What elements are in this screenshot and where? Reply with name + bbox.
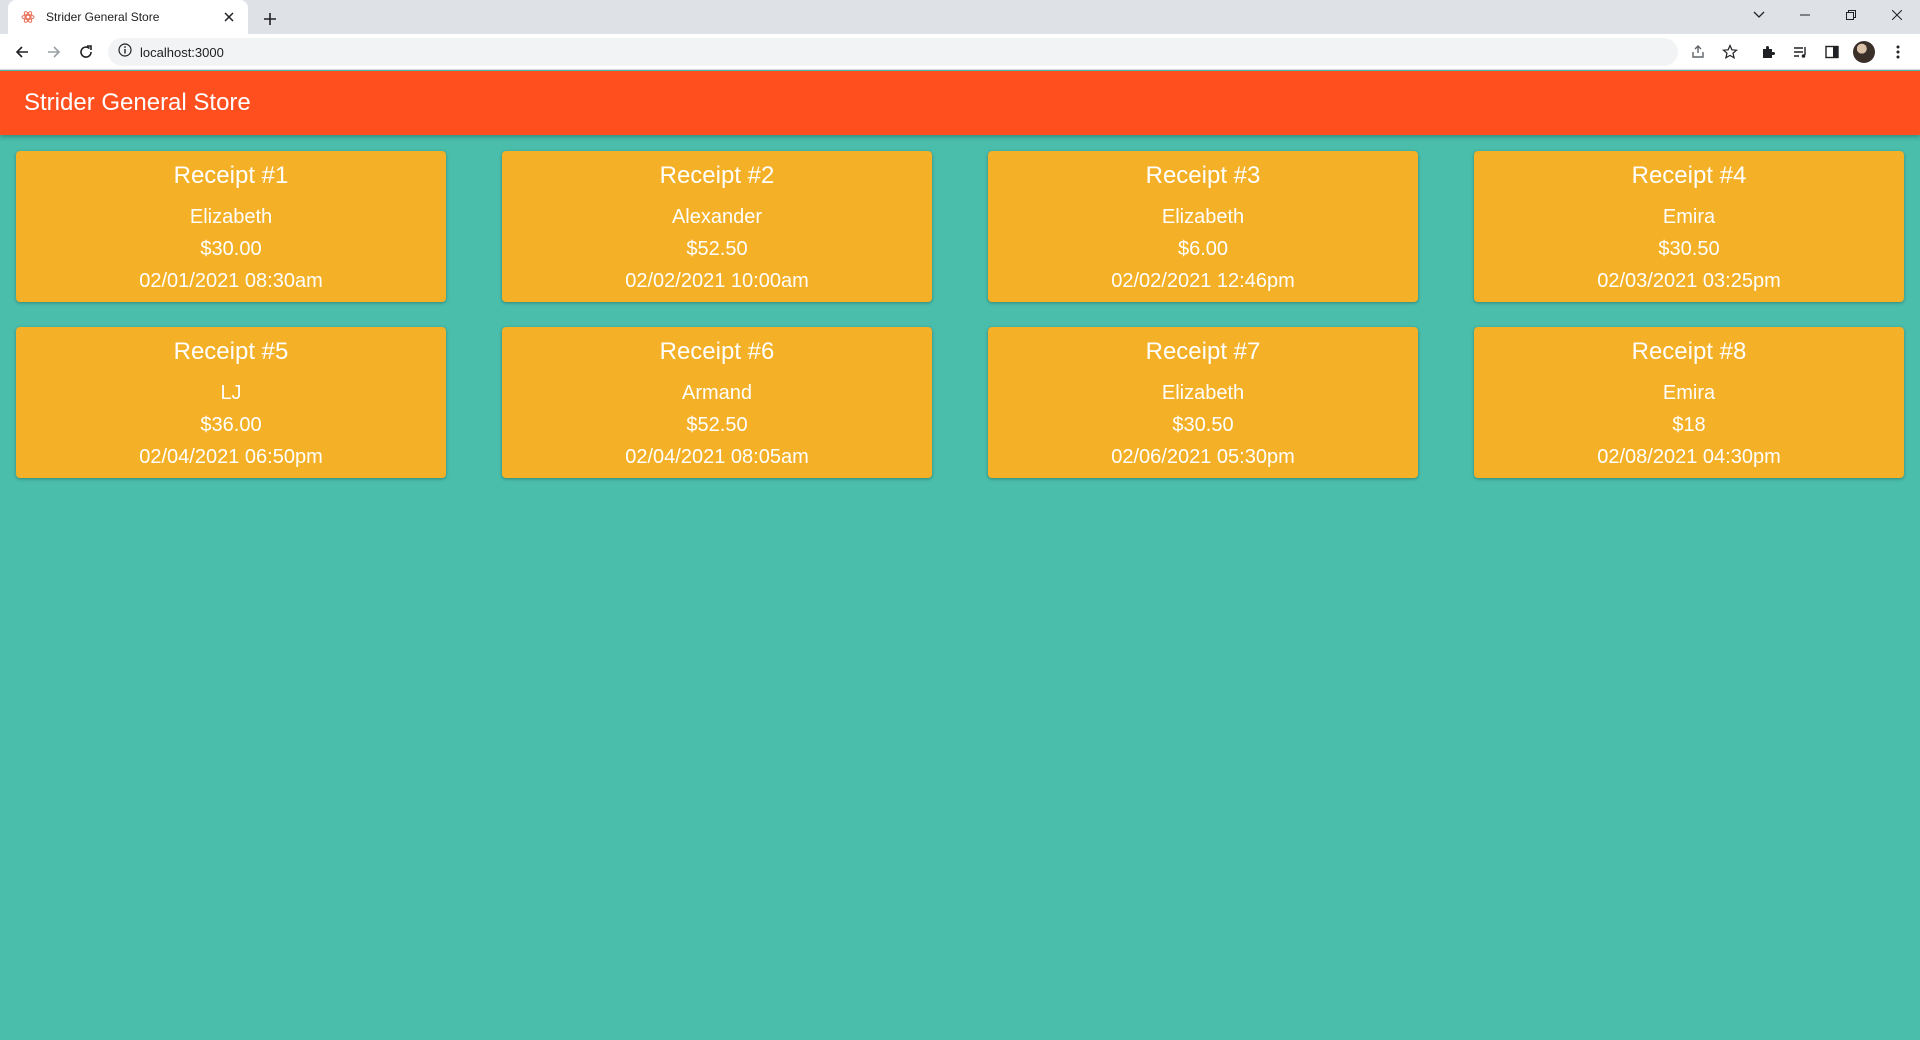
close-window-icon[interactable]	[1874, 0, 1920, 30]
reload-icon[interactable]	[72, 38, 100, 66]
receipt-amount: $18	[1672, 414, 1706, 436]
receipt-card-7[interactable]: Receipt #7 Elizabeth $30.50 02/06/2021 0…	[988, 327, 1418, 478]
receipt-customer: Elizabeth	[1161, 206, 1245, 228]
receipt-datetime: 02/01/2021 08:30am	[139, 270, 323, 292]
receipt-datetime: 02/08/2021 04:30pm	[1597, 446, 1781, 468]
app-title: Strider General Store	[24, 89, 251, 116]
receipt-amount: $36.00	[200, 414, 262, 436]
new-tab-icon[interactable]	[256, 5, 284, 33]
share-icon[interactable]	[1684, 38, 1712, 66]
profile-avatar[interactable]	[1850, 38, 1878, 66]
receipt-datetime: 02/03/2021 03:25pm	[1597, 270, 1781, 292]
receipt-amount: $30.50	[1658, 238, 1720, 260]
receipt-amount: $6.00	[1177, 238, 1229, 260]
receipt-customer: Elizabeth	[1161, 382, 1245, 404]
bookmark-star-icon[interactable]	[1716, 38, 1744, 66]
extensions-icon[interactable]	[1754, 38, 1782, 66]
browser-tab[interactable]: Strider General Store	[8, 0, 248, 34]
receipt-datetime: 02/04/2021 06:50pm	[139, 446, 323, 468]
receipt-datetime: 02/04/2021 08:05am	[625, 446, 809, 468]
receipt-title: Receipt #3	[1145, 162, 1261, 189]
receipt-card-4[interactable]: Receipt #4 Emira $30.50 02/03/2021 03:25…	[1474, 151, 1904, 302]
address-bar[interactable]: localhost:3000	[108, 38, 1678, 66]
forward-icon[interactable]	[40, 38, 68, 66]
receipt-title: Receipt #1	[173, 162, 289, 189]
restore-icon[interactable]	[1828, 0, 1874, 30]
receipt-amount: $52.50	[686, 414, 748, 436]
receipt-datetime: 02/06/2021 05:30pm	[1111, 446, 1295, 468]
receipt-card-8[interactable]: Receipt #8 Emira $18 02/08/2021 04:30pm	[1474, 327, 1904, 478]
receipt-grid: Receipt #1 Elizabeth $30.00 02/01/2021 0…	[16, 151, 1904, 478]
receipt-customer: Alexander	[671, 206, 763, 228]
receipt-title: Receipt #6	[659, 338, 775, 365]
reading-list-icon[interactable]	[1786, 38, 1814, 66]
receipt-customer: Elizabeth	[189, 206, 273, 228]
receipt-customer: Emira	[1662, 206, 1716, 228]
receipt-amount: $30.00	[200, 238, 262, 260]
receipt-title: Receipt #8	[1631, 338, 1747, 365]
tab-title: Strider General Store	[46, 10, 160, 24]
receipt-card-3[interactable]: Receipt #3 Elizabeth $6.00 02/02/2021 12…	[988, 151, 1418, 302]
receipt-customer: Emira	[1662, 382, 1716, 404]
receipt-amount: $30.50	[1172, 414, 1234, 436]
minimize-icon[interactable]	[1782, 0, 1828, 30]
receipt-datetime: 02/02/2021 12:46pm	[1111, 270, 1295, 292]
receipt-card-2[interactable]: Receipt #2 Alexander $52.50 02/02/2021 1…	[502, 151, 932, 302]
back-icon[interactable]	[8, 38, 36, 66]
browser-toolbar: localhost:3000	[0, 34, 1920, 70]
avatar	[1853, 41, 1875, 63]
menu-icon[interactable]	[1884, 38, 1912, 66]
browser-tab-strip: Strider General Store	[0, 0, 1920, 34]
url-text: localhost:3000	[140, 44, 224, 60]
app-header: Strider General Store	[0, 71, 1920, 135]
side-panel-icon[interactable]	[1818, 38, 1846, 66]
receipt-card-6[interactable]: Receipt #6 Armand $52.50 02/04/2021 08:0…	[502, 327, 932, 478]
receipt-title: Receipt #4	[1631, 162, 1747, 189]
receipt-datetime: 02/02/2021 10:00am	[625, 270, 809, 292]
tab-search-icon[interactable]	[1736, 0, 1782, 30]
favicon-icon	[20, 9, 36, 25]
receipt-customer: LJ	[220, 382, 242, 404]
receipt-card-1[interactable]: Receipt #1 Elizabeth $30.00 02/01/2021 0…	[16, 151, 446, 302]
receipt-amount: $52.50	[686, 238, 748, 260]
site-info-icon[interactable]	[118, 42, 132, 62]
receipt-title: Receipt #2	[659, 162, 775, 189]
close-tab-icon[interactable]	[220, 8, 238, 26]
receipt-card-5[interactable]: Receipt #5 LJ $36.00 02/04/2021 06:50pm	[16, 327, 446, 478]
receipt-customer: Armand	[681, 382, 753, 404]
receipt-title: Receipt #5	[173, 338, 289, 365]
receipt-title: Receipt #7	[1145, 338, 1261, 365]
